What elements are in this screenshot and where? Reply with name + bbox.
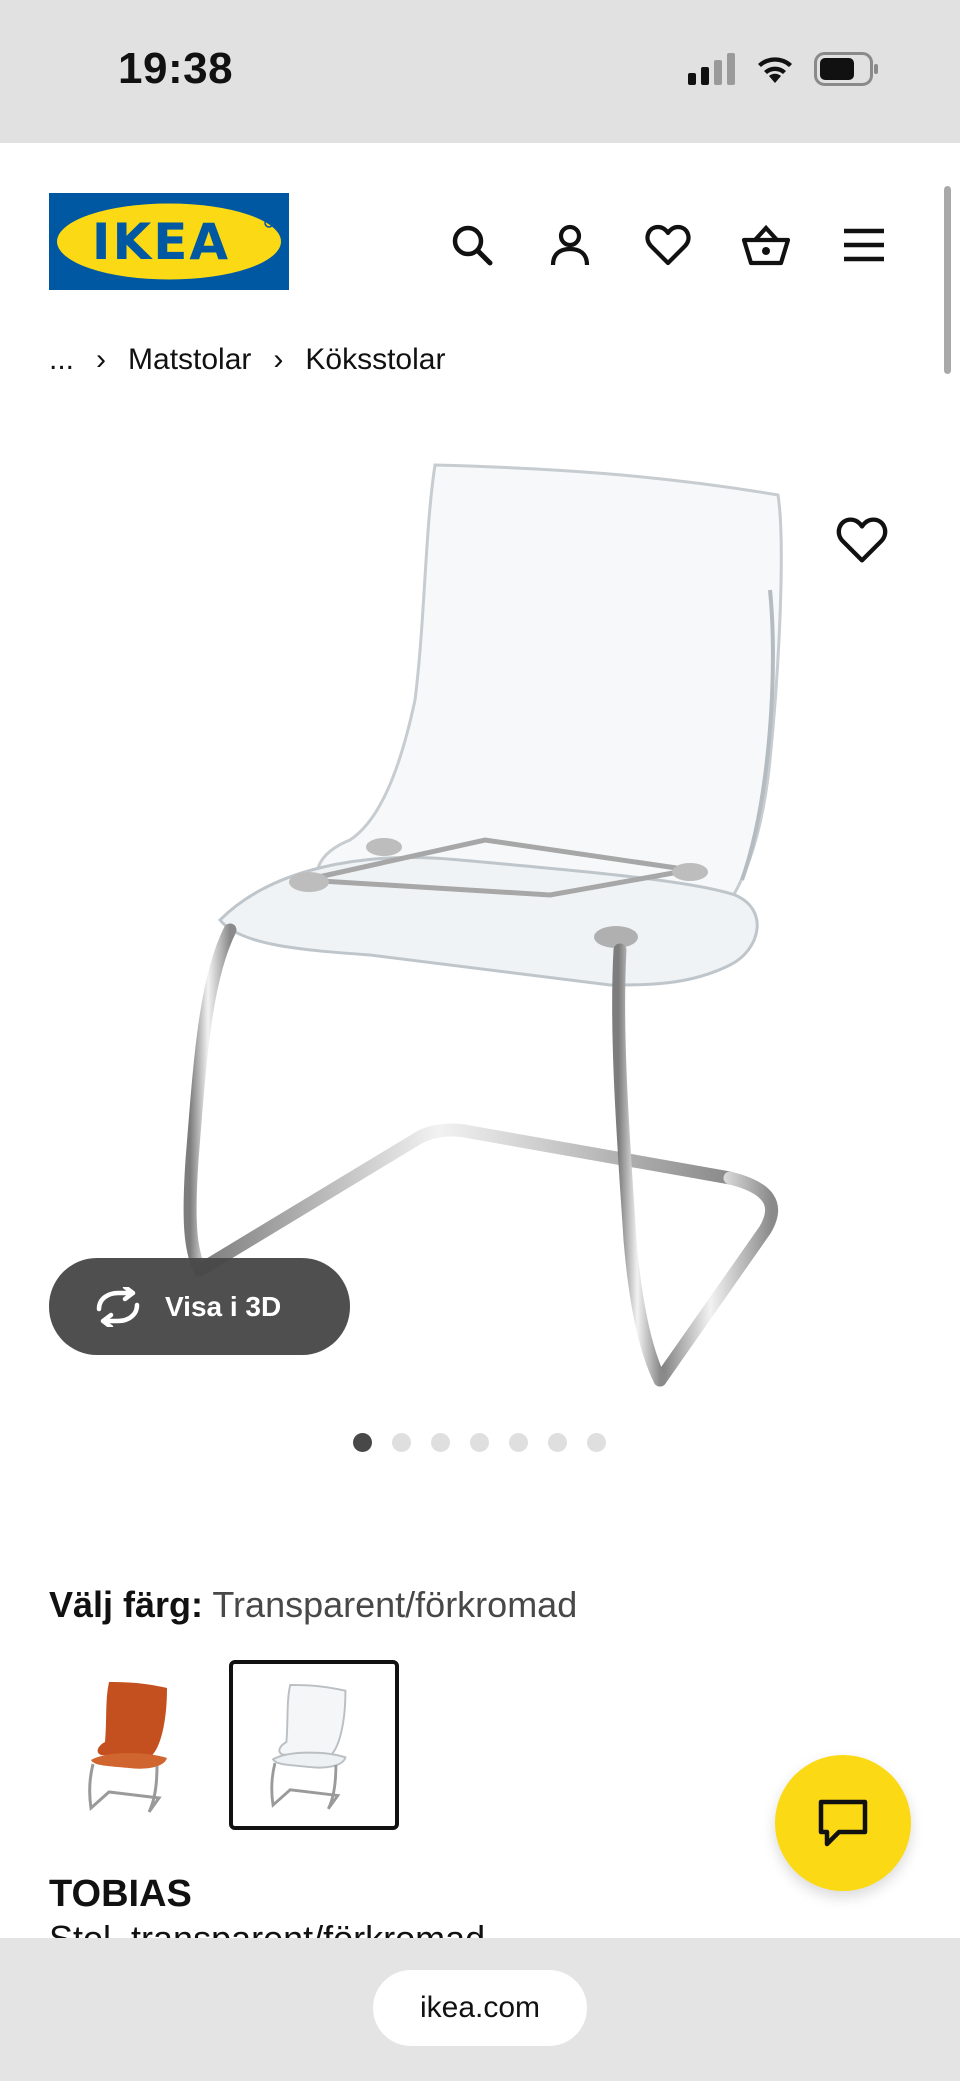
carousel-dot[interactable] (431, 1433, 450, 1452)
rotate-3d-icon (96, 1286, 140, 1327)
svg-text:IKEA: IKEA (92, 213, 230, 271)
menu-icon[interactable] (838, 219, 890, 271)
chat-icon (818, 1799, 868, 1847)
carousel-dot[interactable] (548, 1433, 567, 1452)
color-swatch-transparent[interactable] (229, 1660, 399, 1830)
wifi-icon (758, 57, 792, 83)
status-icons (688, 52, 880, 86)
battery-icon (814, 52, 878, 86)
search-icon[interactable] (446, 219, 498, 271)
color-swatch-orange[interactable] (49, 1660, 219, 1830)
heart-icon[interactable] (642, 219, 694, 271)
carousel-dot[interactable] (587, 1433, 606, 1452)
signal-icon (688, 53, 735, 85)
carousel-dot[interactable] (353, 1433, 372, 1452)
carousel-dots (353, 1433, 606, 1452)
url-bar[interactable]: ikea.com (373, 1970, 587, 2046)
user-icon[interactable] (544, 219, 596, 271)
color-value: Transparent/förkromad (212, 1584, 578, 1625)
carousel-dot[interactable] (470, 1433, 489, 1452)
breadcrumb-separator: › (96, 343, 107, 376)
view-in-3d-button[interactable]: Visa i 3D (49, 1258, 350, 1355)
breadcrumb-item-koksstolar[interactable]: Köksstolar (305, 343, 445, 377)
carousel-dot[interactable] (392, 1433, 411, 1452)
chat-button[interactable] (775, 1755, 911, 1891)
scrollbar[interactable] (944, 186, 951, 374)
basket-icon[interactable] (740, 219, 792, 271)
status-time: 19:38 (118, 44, 234, 93)
add-to-wishlist-heart-icon[interactable] (836, 516, 888, 568)
color-label: Välj färg: (49, 1584, 204, 1625)
view-in-3d-label: Visa i 3D (165, 1290, 282, 1322)
breadcrumb-separator: › (273, 343, 284, 376)
product-name: TOBIAS (49, 1873, 192, 1915)
breadcrumb-ellipsis[interactable]: ... (49, 343, 74, 377)
color-selector-label: Välj färg: Transparent/förkromad (49, 1584, 577, 1626)
status-bar: 19:38 (0, 0, 960, 143)
product-image[interactable] (130, 440, 830, 1400)
breadcrumb-item-matstolar[interactable]: Matstolar (128, 343, 251, 377)
site-header: IKEA (0, 143, 960, 330)
carousel-dot[interactable] (509, 1433, 528, 1452)
ikea-logo[interactable]: IKEA (49, 193, 289, 290)
browser-bottom-bar: ikea.com (0, 1938, 960, 2081)
breadcrumb: ... › Matstolar › Köksstolar (49, 343, 445, 377)
